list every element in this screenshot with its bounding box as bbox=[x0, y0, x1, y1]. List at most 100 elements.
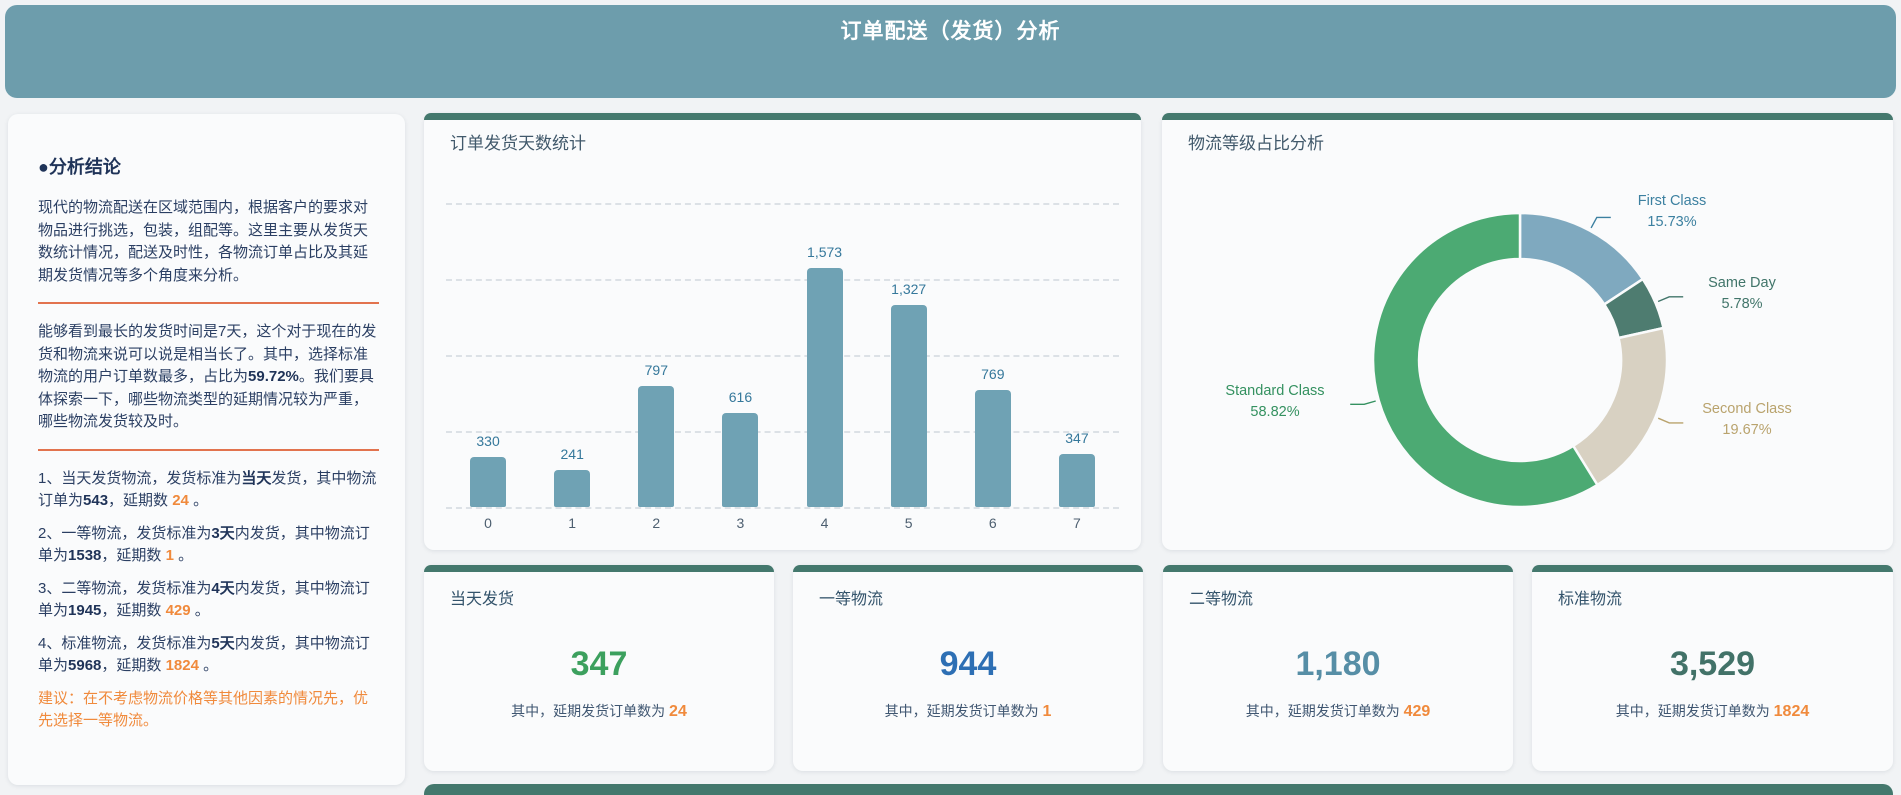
orange-divider bbox=[38, 302, 379, 304]
kpi-card-second-class: 二等物流 1,180 其中，延期发货订单数为 429 bbox=[1163, 565, 1513, 771]
bar-value-label: 797 bbox=[644, 362, 668, 378]
text-run: 59.72% bbox=[248, 368, 299, 385]
gridline bbox=[446, 431, 1119, 433]
bar-chart-card: 订单发货天数统计 330 0 241 1 797 2 616 3 1,573 4 1,327 5 769… bbox=[424, 113, 1141, 550]
bar-3-days[interactable] bbox=[722, 413, 759, 507]
slice-name: Standard Class bbox=[1225, 383, 1325, 399]
text-run: 1538 bbox=[68, 547, 102, 564]
donut-chart bbox=[1350, 211, 1684, 509]
card-top-accent bbox=[424, 565, 774, 572]
slice-percent: 58.82% bbox=[1250, 404, 1300, 420]
x-axis-tick: 2 bbox=[652, 515, 661, 531]
text-run: 当天 bbox=[241, 469, 272, 487]
header-banner: 订单配送（发货）分析 bbox=[5, 5, 1896, 98]
kpi-note-text: 其中，延期发货订单数为 bbox=[1245, 703, 1404, 719]
donut-chart-card: 物流等级占比分析 First Class 15.73% Same Day 5.78% S… bbox=[1162, 113, 1893, 550]
kpi-delay-count: 429 bbox=[1403, 703, 1431, 720]
bar-value-label: 347 bbox=[1065, 430, 1089, 446]
slice-name: Same Day bbox=[1708, 275, 1776, 291]
gridline bbox=[446, 279, 1119, 281]
logistics-item-list: 1、当天发货物流，发货标准为当天发货，其中物流订单为543，延期数 24 。 2、… bbox=[38, 468, 379, 678]
text-run: 1 bbox=[165, 547, 174, 564]
donut-label-same-day: Same Day 5.78% bbox=[1677, 273, 1807, 315]
advice-text: 建议：在不考虑物流价格等其他因素的情况先，优先选择一等物流。 bbox=[38, 689, 369, 730]
kpi-card-same-day: 当天发货 347 其中，延期发货订单数为 24 bbox=[424, 565, 774, 771]
gridline bbox=[446, 203, 1119, 205]
kpi-note-text: 其中，延期发货订单数为 bbox=[1615, 703, 1774, 719]
kpi-note: 其中，延期发货订单数为 24 bbox=[424, 701, 774, 721]
kpi-note: 其中，延期发货订单数为 1 bbox=[793, 701, 1143, 721]
bar-2-days[interactable] bbox=[638, 386, 675, 507]
logistics-item: 4、标准物流，发货标准为5天内发货，其中物流订单为5968，延期数 1824 。 bbox=[38, 633, 379, 678]
kpi-note: 其中，延期发货订单数为 429 bbox=[1163, 701, 1513, 721]
analysis-paragraph-2: 能够看到最长的发货时间是7天，这个对于现在的发货和物流来说可以说是相当长了。其中… bbox=[38, 321, 379, 434]
analysis-paragraph-1: 现代的物流配送在区域范围内，根据客户的要求对物品进行挑选，包装，组配等。这里主要… bbox=[38, 199, 369, 284]
text-run: 2、一等物流，发货标准为 bbox=[38, 524, 212, 542]
analysis-conclusion-panel: ●分析结论 现代的物流配送在区域范围内，根据客户的要求对物品进行挑选，包装，组配… bbox=[8, 114, 405, 785]
text-run: 4天 bbox=[211, 579, 235, 597]
page-title: 订单配送（发货）分析 bbox=[840, 20, 1061, 43]
text-run: 5天 bbox=[211, 634, 235, 652]
dashboard: 订单配送（发货）分析 ●分析结论 现代的物流配送在区域范围内，根据客户的要求对物… bbox=[0, 0, 1901, 795]
bar-value-label: 330 bbox=[476, 433, 500, 449]
kpi-title: 二等物流 bbox=[1189, 591, 1254, 608]
text-run: ，延期数 bbox=[101, 602, 166, 619]
text-run: ，延期数 bbox=[101, 657, 166, 674]
bar-7-days[interactable] bbox=[1058, 454, 1095, 507]
bar-6-days[interactable] bbox=[974, 390, 1011, 507]
label-leader-line bbox=[1350, 400, 1376, 405]
kpi-value: 347 bbox=[570, 645, 628, 683]
slice-percent: 15.73% bbox=[1647, 214, 1697, 230]
text-run: 4、标准物流，发货标准为 bbox=[38, 634, 212, 652]
text-run: 1945 bbox=[68, 602, 102, 619]
x-axis-tick: 0 bbox=[484, 515, 492, 531]
kpi-title: 当天发货 bbox=[450, 591, 515, 608]
x-axis-tick: 3 bbox=[736, 515, 745, 531]
bar-0-days[interactable] bbox=[470, 457, 507, 507]
x-axis-tick: 6 bbox=[988, 515, 997, 531]
orange-divider bbox=[38, 448, 379, 451]
slice-percent: 5.78% bbox=[1721, 296, 1763, 312]
text-run: 1、当天发货物流，发货标准为 bbox=[38, 469, 242, 487]
text-run: 3、二等物流，发货标准为 bbox=[38, 579, 212, 597]
text-run: 5968 bbox=[68, 657, 102, 674]
gridline bbox=[446, 507, 1119, 509]
kpi-value: 1,180 bbox=[1295, 645, 1381, 683]
kpi-card-standard-class: 标准物流 3,529 其中，延期发货订单数为 1824 bbox=[1532, 565, 1893, 771]
kpi-value: 3,529 bbox=[1669, 645, 1756, 683]
donut-label-second-class: Second Class 19.67% bbox=[1667, 399, 1827, 441]
gridline bbox=[446, 355, 1119, 357]
donut-label-first-class: First Class 15.73% bbox=[1602, 191, 1742, 233]
kpi-delay-count: 1824 bbox=[1773, 703, 1810, 720]
x-axis-tick: 1 bbox=[568, 515, 577, 531]
x-axis-tick: 4 bbox=[820, 515, 829, 531]
slice-name: Second Class bbox=[1702, 401, 1792, 417]
text-run: 543 bbox=[83, 492, 109, 509]
bar-5-days[interactable] bbox=[890, 305, 927, 507]
card-top-accent bbox=[1163, 565, 1513, 572]
analysis-heading: ●分析结论 bbox=[38, 157, 121, 177]
logistics-item: 2、一等物流，发货标准为3天内发货，其中物流订单为1538，延期数 1 。 bbox=[38, 523, 379, 568]
bar-value-label: 241 bbox=[560, 446, 584, 462]
bar-1-days[interactable] bbox=[554, 470, 591, 507]
donut-slice-second-class[interactable] bbox=[1571, 326, 1669, 487]
bar-chart-title: 订单发货天数统计 bbox=[450, 134, 586, 153]
kpi-value: 944 bbox=[939, 645, 997, 683]
card-top-accent bbox=[1532, 565, 1893, 572]
logistics-item: 1、当天发货物流，发货标准为当天发货，其中物流订单为543，延期数 24 。 bbox=[38, 468, 379, 513]
next-row-card-accent bbox=[424, 784, 1893, 795]
slice-percent: 19.67% bbox=[1722, 422, 1772, 438]
x-axis-tick: 5 bbox=[904, 515, 913, 531]
text-run: 。 bbox=[188, 492, 209, 509]
kpi-title: 一等物流 bbox=[819, 591, 884, 608]
donut-label-standard-class: Standard Class 58.82% bbox=[1200, 381, 1350, 423]
slice-name: First Class bbox=[1637, 193, 1707, 209]
bar-value-label: 769 bbox=[981, 366, 1005, 382]
kpi-note: 其中，延期发货订单数为 1824 bbox=[1532, 701, 1893, 721]
text-run: 3天 bbox=[211, 524, 235, 542]
text-run: 24 bbox=[172, 492, 189, 509]
kpi-note-text: 其中，延期发货订单数为 bbox=[884, 703, 1043, 719]
bar-value-label: 616 bbox=[728, 389, 753, 405]
text-run: 。 bbox=[198, 657, 219, 674]
bar-4-days[interactable] bbox=[806, 268, 843, 507]
